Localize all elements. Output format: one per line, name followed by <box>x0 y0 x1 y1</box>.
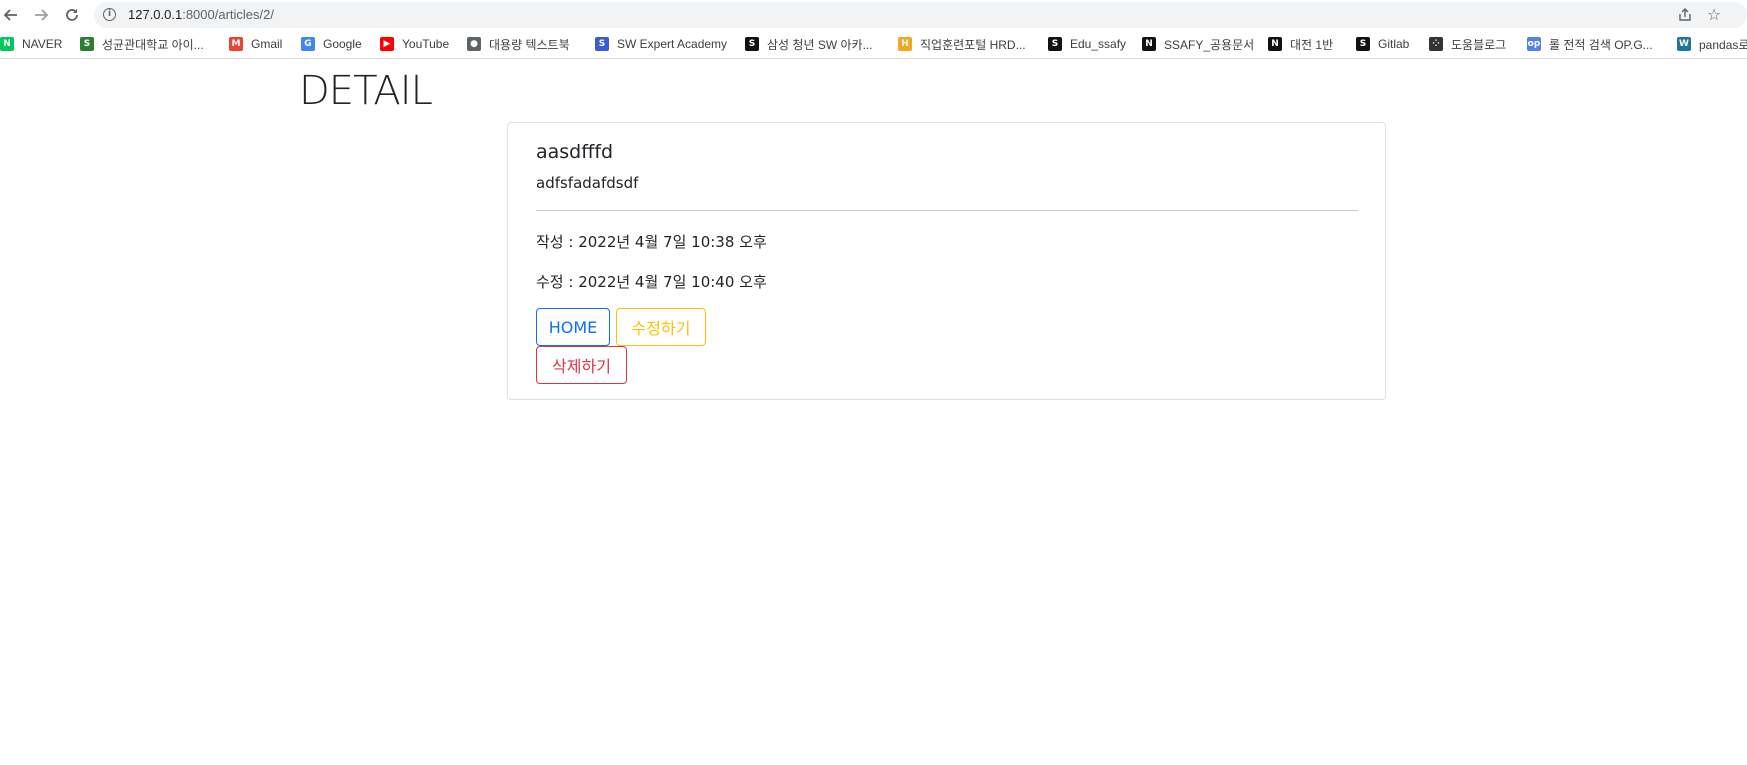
delete-button[interactable]: 삭제하기 <box>536 346 627 384</box>
url-path: :8000/articles/2/ <box>182 7 274 22</box>
bookmark-star-icon[interactable]: ☆ <box>1704 5 1724 25</box>
bookmark-item[interactable]: N 대전 1반 <box>1268 35 1333 53</box>
gmail-icon: M <box>229 37 243 51</box>
notion-icon: N <box>1268 37 1282 51</box>
bookmark-item[interactable]: ▶ YouTube <box>380 35 449 53</box>
bookmark-label: 도움블로그 <box>1451 37 1507 52</box>
bookmark-label: 대전 1반 <box>1290 37 1334 52</box>
notion-icon: N <box>1142 37 1156 51</box>
bookmark-item[interactable]: S Edu_ssafy <box>1048 35 1126 53</box>
updated-at: 수정 : 2022년 4월 7일 10:40 오후 <box>536 273 767 291</box>
bookmarks-bar: N NAVER S 성균관대학교 아이... M Gmail G Google ▶ YouTube… <box>0 30 1747 59</box>
google-icon: G <box>301 37 315 51</box>
bookmark-item[interactable]: N SSAFY_공용문서 <box>1142 35 1254 53</box>
bookmark-item[interactable]: G Google <box>301 35 362 53</box>
youtube-icon: ▶ <box>380 37 394 51</box>
bookmark-label: Gmail <box>251 37 283 51</box>
bookmark-label: 삼성 청년 SW 아카... <box>767 37 873 52</box>
bookmark-item[interactable]: ● 대용량 텍스트북 <box>467 35 570 53</box>
bookmark-item[interactable]: S Gitlab <box>1356 35 1409 53</box>
bookmark-item[interactable]: S SW Expert Academy <box>595 35 727 53</box>
address-bar[interactable]: i 127.0.0.1:8000/articles/2/ ☆ <box>94 2 1747 28</box>
bookmark-label: Google <box>323 37 362 51</box>
created-at: 작성 : 2022년 4월 7일 10:38 오후 <box>536 233 767 251</box>
wordpress-icon: W <box>1677 37 1691 51</box>
forward-arrow-icon[interactable] <box>30 4 52 26</box>
reload-icon[interactable] <box>61 4 83 26</box>
ssafy-icon: S <box>745 37 759 51</box>
opgg-icon: op <box>1527 37 1541 51</box>
article-card: aasdfffd adfsfadafdsdf 작성 : 2022년 4월 7일 … <box>507 122 1386 400</box>
url-host: 127.0.0.1 <box>128 7 183 22</box>
bookmark-item[interactable]: S 성균관대학교 아이... <box>80 35 204 53</box>
bookmark-label: SW Expert Academy <box>617 37 728 51</box>
browser-toolbar: i 127.0.0.1:8000/articles/2/ ☆ <box>0 0 1747 30</box>
page-title: DETAIL <box>299 68 433 114</box>
bookmark-label: Edu_ssafy <box>1070 37 1127 51</box>
bookmark-label: Gitlab <box>1378 37 1410 51</box>
bookmark-item[interactable]: S 삼성 청년 SW 아카... <box>745 35 873 53</box>
bookmark-label: YouTube <box>402 37 450 51</box>
bookmark-item[interactable]: H 직업훈련포털 HRD... <box>898 35 1026 53</box>
bookmark-item[interactable]: ⁘ 도움블로그 <box>1429 35 1506 53</box>
bookmark-label: 성균관대학교 아이... <box>102 37 204 52</box>
hrd-icon: H <box>898 37 912 51</box>
bookmark-item[interactable]: N NAVER <box>0 35 62 53</box>
article-title: aasdfffd <box>536 141 614 163</box>
swea-icon: S <box>595 37 609 51</box>
globe-icon: ● <box>467 37 481 51</box>
bookmark-item[interactable]: op 롤 전적 검색 OP.G... <box>1527 35 1653 53</box>
gitlab-icon: S <box>1356 37 1370 51</box>
url-text[interactable]: 127.0.0.1:8000/articles/2/ <box>128 7 274 22</box>
home-button[interactable]: HOME <box>536 308 610 346</box>
bookmark-label: 대용량 텍스트북 <box>489 37 570 52</box>
edit-button[interactable]: 수정하기 <box>616 308 706 346</box>
tistory-icon: ⁘ <box>1429 37 1443 51</box>
bookmark-label: 직업훈련포털 HRD... <box>920 37 1026 52</box>
site-info-icon[interactable]: i <box>103 8 116 21</box>
skku-icon: S <box>80 37 94 51</box>
share-icon[interactable] <box>1675 5 1695 25</box>
bookmark-item[interactable]: Wpandas로 <box>1677 35 1747 53</box>
bookmark-item[interactable]: M Gmail <box>229 35 282 53</box>
edu-ssafy-icon: S <box>1048 37 1062 51</box>
bookmark-label: NAVER <box>22 37 63 51</box>
divider <box>536 210 1358 211</box>
back-arrow-icon[interactable] <box>0 4 22 26</box>
bookmark-label: SSAFY_공용문서 <box>1164 37 1255 52</box>
article-content: adfsfadafdsdf <box>536 174 639 192</box>
naver-icon: N <box>0 37 14 51</box>
bookmark-label: pandas로 <box>1699 37 1747 52</box>
bookmark-label: 롤 전적 검색 OP.G... <box>1549 37 1653 52</box>
